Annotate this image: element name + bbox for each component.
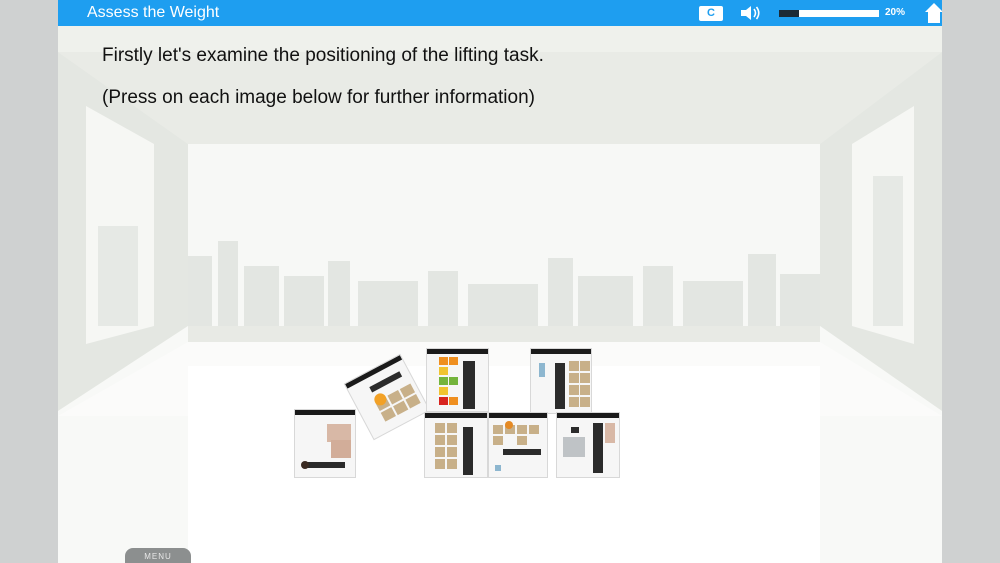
floor-lift-image	[301, 424, 351, 469]
header-bar: Assess the Weight C 20%	[58, 0, 942, 26]
carry-boxes-image	[493, 421, 541, 471]
progress-percent: 20%	[885, 7, 906, 18]
left-margin	[0, 0, 58, 563]
progress-bar	[779, 10, 879, 17]
progress-fill	[779, 10, 799, 17]
page-title: Assess the Weight	[87, 4, 220, 21]
weight-chart-image	[439, 357, 475, 409]
table-lift-tile[interactable]	[556, 412, 620, 478]
tile-cap	[531, 349, 591, 354]
tile-cap	[557, 413, 619, 418]
tile-cap	[489, 413, 547, 418]
shelf-lift-tile[interactable]	[530, 348, 592, 414]
tile-cap	[425, 413, 487, 418]
instruction-hint: (Press on each image below for further i…	[102, 87, 535, 108]
box-stack-image	[435, 423, 473, 475]
weight-chart-tile[interactable]	[426, 348, 489, 412]
captions-icon[interactable]: C	[699, 6, 723, 21]
tile-cap	[427, 349, 488, 354]
carry-boxes-tile[interactable]	[488, 412, 548, 478]
tile-cap	[295, 410, 355, 415]
speaker-icon[interactable]	[740, 4, 762, 22]
table-lift-image	[563, 423, 615, 473]
menu-button[interactable]: MENU	[125, 548, 191, 563]
home-icon[interactable]	[924, 2, 942, 24]
instruction-text: Firstly let's examine the positioning of…	[102, 45, 544, 66]
course-stage: Assess the Weight C 20% Firstly let's ex…	[58, 0, 942, 563]
right-margin	[942, 0, 1000, 563]
box-stack-tile[interactable]	[424, 412, 488, 478]
shelf-lift-image	[539, 361, 590, 409]
floor-lift-tile[interactable]	[294, 409, 356, 478]
